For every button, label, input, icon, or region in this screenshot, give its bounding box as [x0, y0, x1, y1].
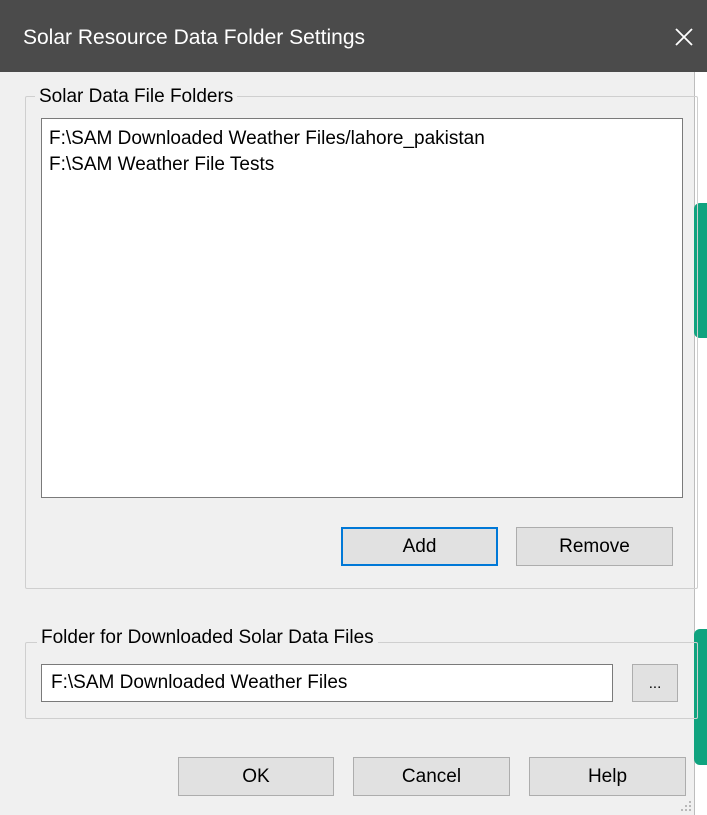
close-button[interactable]	[664, 18, 704, 56]
ok-button[interactable]: OK	[178, 757, 334, 796]
remove-button[interactable]: Remove	[516, 527, 673, 566]
add-button[interactable]: Add	[341, 527, 498, 566]
folder-list[interactable]: F:\SAM Downloaded Weather Files/lahore_p…	[41, 118, 683, 498]
download-folder-legend: Folder for Downloaded Solar Data Files	[37, 627, 378, 649]
browse-button[interactable]: ...	[632, 664, 678, 702]
download-folder-path-input[interactable]	[41, 664, 613, 702]
cancel-button[interactable]: Cancel	[353, 757, 510, 796]
folder-list-item[interactable]: F:\SAM Downloaded Weather Files/lahore_p…	[49, 128, 485, 150]
dialog-title: Solar Resource Data Folder Settings	[23, 26, 365, 49]
solar-data-folders-legend: Solar Data File Folders	[35, 86, 238, 108]
close-icon	[675, 28, 693, 46]
resize-grip-icon[interactable]	[680, 800, 692, 812]
title-bar: Solar Resource Data Folder Settings	[0, 0, 707, 72]
help-button[interactable]: Help	[529, 757, 686, 796]
folder-list-item[interactable]: F:\SAM Weather File Tests	[49, 154, 274, 176]
